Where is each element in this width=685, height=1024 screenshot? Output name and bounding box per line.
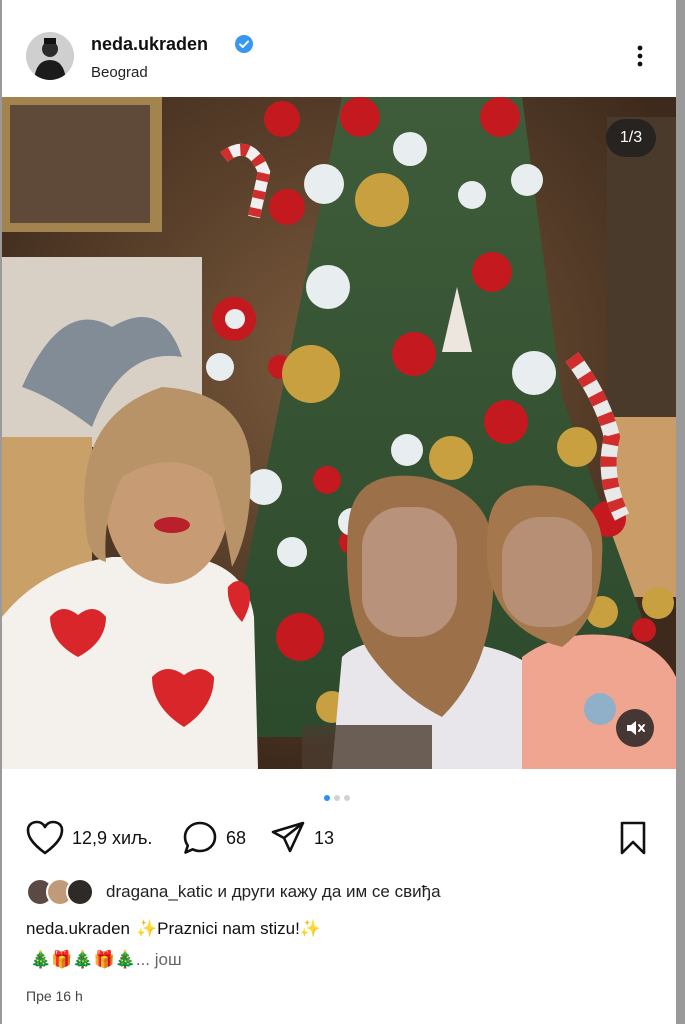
caption-more-link[interactable]: ... још (136, 950, 182, 969)
caption-emoji: 🎄🎁🎄🎁🎄 (30, 950, 136, 969)
liker-avatar (66, 878, 94, 906)
action-bar: 12,9 хиљ. 68 13 (2, 820, 676, 858)
more-icon[interactable] (628, 42, 652, 70)
verified-icon (234, 34, 254, 54)
caption-row: neda.ukraden ✨Praznici nam stizu!✨ (26, 919, 321, 939)
carousel-dot (334, 795, 340, 801)
likes-count[interactable]: 12,9 хиљ. (72, 828, 152, 849)
comment-button[interactable]: 68 (182, 820, 246, 856)
share-icon[interactable] (270, 820, 306, 856)
shares-count[interactable]: 13 (314, 828, 334, 849)
slide-counter: 1/3 (606, 119, 656, 157)
like-button[interactable]: 12,9 хиљ. (26, 820, 152, 856)
carousel-dot-active (324, 795, 330, 801)
mute-icon[interactable] (616, 709, 654, 747)
post-header: neda.ukraden Beograd (2, 0, 676, 97)
carousel-dots (322, 788, 352, 801)
comment-icon[interactable] (182, 820, 218, 856)
caption-username[interactable]: neda.ukraden (26, 919, 130, 938)
save-button[interactable] (618, 820, 648, 856)
instagram-post: neda.ukraden Beograd 1/3 12,9 хиљ. 68 13… (2, 0, 676, 1024)
caption-text: ✨Praznici nam stizu!✨ (135, 919, 321, 938)
comments-count[interactable]: 68 (226, 828, 246, 849)
liked-by-row[interactable]: dragana_katic и други кажу да им се свиђ… (26, 876, 441, 908)
post-location[interactable]: Beograd (91, 64, 148, 81)
heart-icon[interactable] (26, 820, 64, 856)
profile-avatar[interactable] (26, 32, 74, 80)
post-photo[interactable]: 1/3 (2, 97, 676, 769)
post-username[interactable]: neda.ukraden (91, 34, 208, 55)
carousel-dot (344, 795, 350, 801)
liked-by-text: dragana_katic и други кажу да им се свиђ… (106, 882, 441, 902)
post-timestamp: Пре 16 h (26, 988, 83, 1004)
bookmark-icon[interactable] (618, 821, 648, 855)
share-button[interactable]: 13 (270, 820, 334, 856)
caption-row-2: 🎄🎁🎄🎁🎄... још (30, 950, 182, 970)
liked-by-user[interactable]: dragana_katic (106, 882, 213, 901)
liked-by-rest: и други кажу да им се свиђа (217, 882, 441, 901)
